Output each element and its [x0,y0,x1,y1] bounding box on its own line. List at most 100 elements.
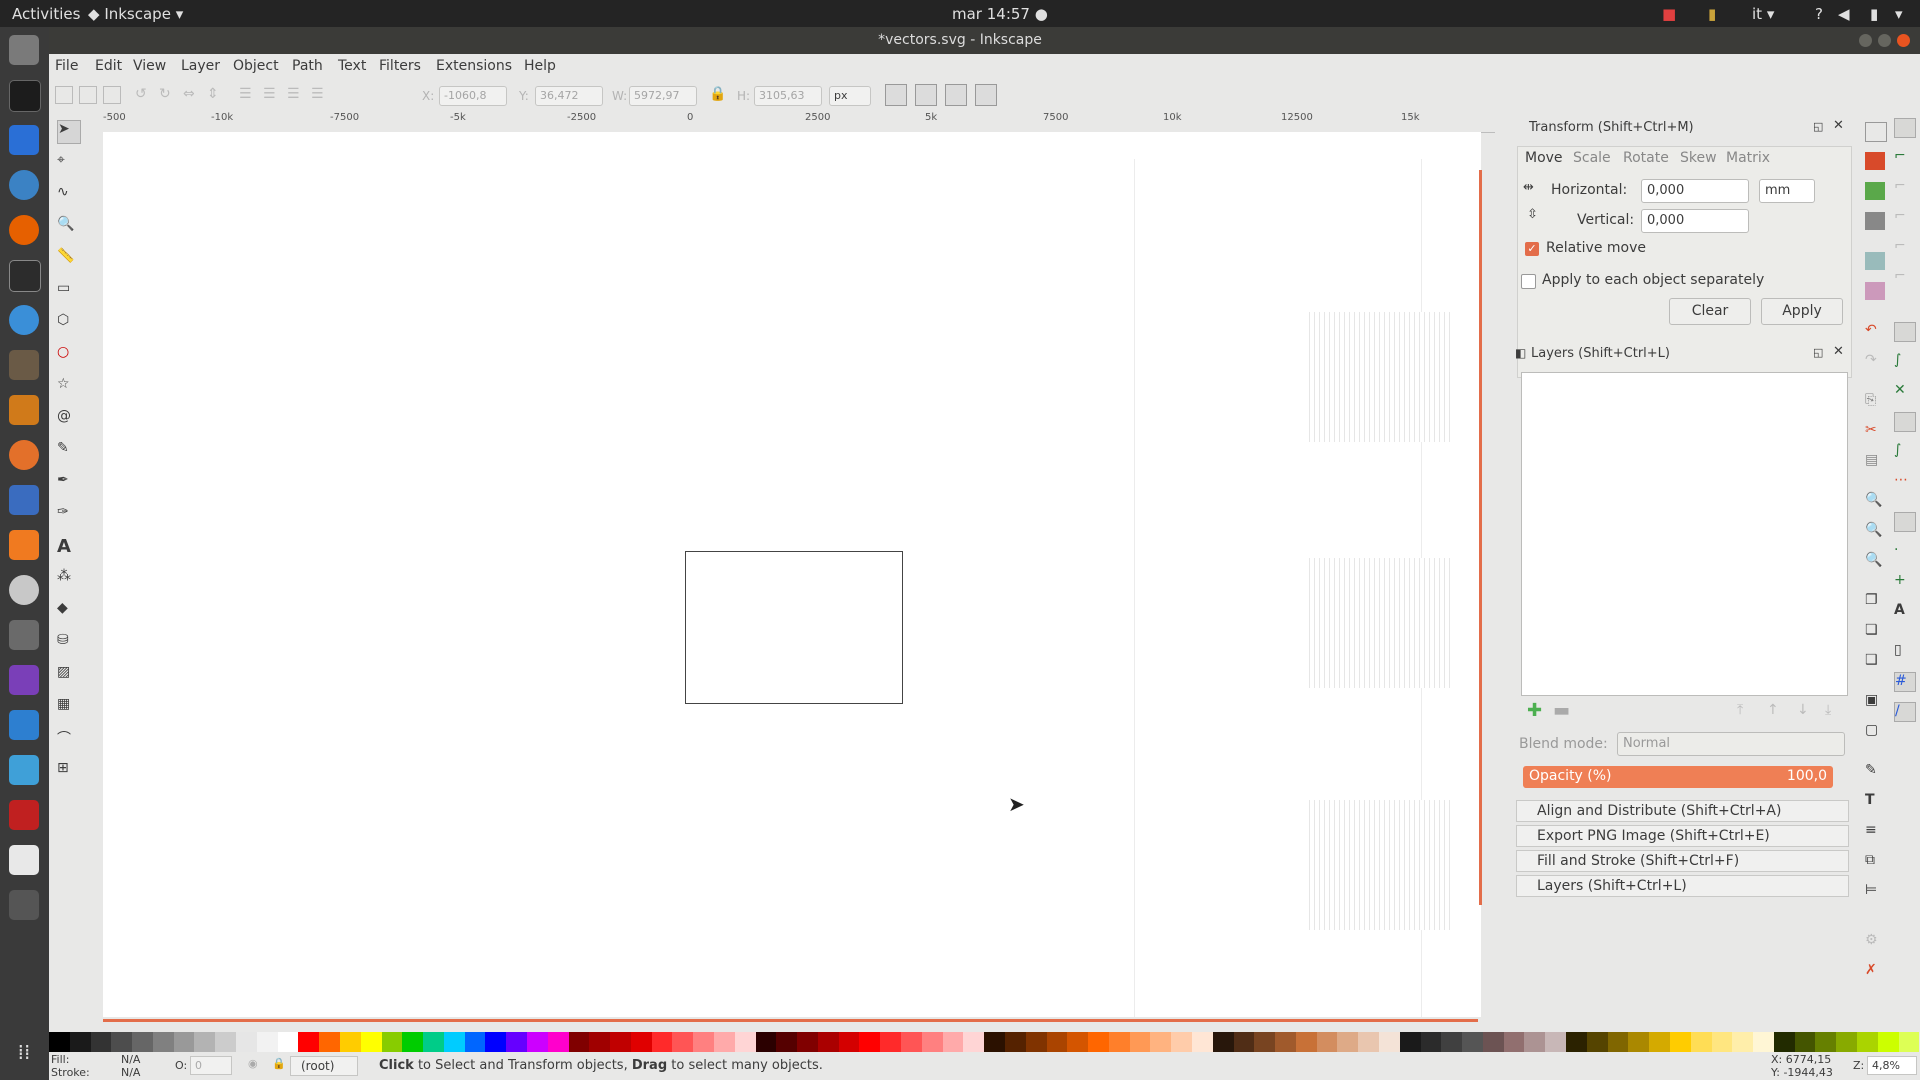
vertical-input[interactable]: 0,000 [1641,209,1749,233]
palette-swatch[interactable] [797,1032,818,1052]
language-indicator[interactable]: it ▾ [1752,5,1774,23]
tweak-tool-icon[interactable]: ∿ [57,184,79,206]
menu-layer[interactable]: Layer [181,58,220,74]
maximize-button[interactable] [1878,34,1891,47]
paint-bucket-tool-icon[interactable]: ⛁ [57,632,79,654]
align-distribute-panel[interactable]: Align and Distribute (Shift+Ctrl+A) [1516,800,1849,822]
measure-tool-icon[interactable]: 📏 [57,248,79,270]
palette-swatch[interactable] [1836,1032,1857,1052]
palette-swatch[interactable] [90,1032,112,1052]
snap-grid-icon[interactable]: # [1894,672,1916,692]
writer-icon[interactable] [9,125,39,155]
lock-icon[interactable]: 🔒 [272,1057,286,1070]
palette-swatch[interactable] [1815,1032,1837,1052]
palette-swatch[interactable] [1129,1032,1151,1052]
snap-rotation-icon[interactable]: + [1894,572,1914,590]
snap-guide-icon[interactable]: / [1894,702,1916,722]
palette-swatch[interactable] [921,1032,943,1052]
snap-bbox-corner-icon[interactable]: ⌐ [1894,208,1914,226]
palette-swatch[interactable] [630,1032,652,1052]
snap-others-icon[interactable] [1894,512,1916,532]
palette-swatch[interactable] [49,1032,70,1052]
snap-bbox-center-icon[interactable]: ⌐ [1894,268,1914,286]
layer-select[interactable]: (root) [290,1056,358,1076]
palette-swatch[interactable] [526,1032,548,1052]
panel-close-icon[interactable]: ✕ [1833,118,1844,133]
document-properties-icon[interactable]: ✗ [1865,962,1885,980]
record-icon[interactable]: ■ [1662,5,1676,23]
palette-swatch[interactable] [1607,1032,1629,1052]
menu-edit[interactable]: Edit [95,58,122,74]
palette-swatch[interactable] [859,1032,881,1052]
help-icon[interactable]: ? [1815,5,1823,23]
tab-rotate[interactable]: Rotate [1623,150,1669,166]
layers-list[interactable] [1521,372,1848,696]
rotate-ccw-icon[interactable]: ↺ [135,86,151,102]
snap-toggle-icon[interactable] [1894,118,1916,138]
palette-swatch[interactable] [1108,1032,1130,1052]
h-input[interactable]: 3105,63 [754,86,822,106]
blender-icon[interactable] [9,440,39,470]
snap-center-icon[interactable]: · [1894,542,1914,560]
palette-swatch[interactable] [381,1032,403,1052]
hatched-object[interactable] [1309,800,1450,930]
activities-button[interactable]: Activities [12,5,80,23]
palette-swatch[interactable] [714,1032,735,1052]
palette-swatch[interactable] [1420,1032,1442,1052]
palette-swatch[interactable] [1004,1032,1026,1052]
palette-swatch[interactable] [215,1032,237,1052]
palette-swatch[interactable] [1295,1032,1317,1052]
gradient-tool-icon[interactable]: ▨ [57,664,79,686]
redo-icon[interactable]: ↷ [1865,352,1885,370]
menu-path[interactable]: Path [292,58,323,74]
fill-stroke-icon[interactable]: ✎ [1865,762,1885,780]
tab-skew[interactable]: Skew [1680,150,1717,166]
palette-swatch[interactable] [776,1032,798,1052]
palette-swatch[interactable] [1067,1032,1089,1052]
pen-tool-icon[interactable]: ✒ [57,472,79,494]
blend-mode-select[interactable]: Normal [1617,732,1845,756]
stroke-value[interactable]: N/A [121,1066,140,1079]
text-font-icon[interactable]: T [1865,792,1885,810]
open-icon[interactable] [1865,152,1885,170]
eraser-tool-icon[interactable]: ◆ [57,600,79,622]
palette-swatch[interactable] [485,1032,507,1052]
palette-swatch[interactable] [1794,1032,1816,1052]
palette-swatch[interactable] [1690,1032,1712,1052]
clear-button[interactable]: Clear [1669,298,1751,325]
palette-swatch[interactable] [589,1032,611,1052]
cut-icon[interactable]: ✂ [1865,422,1885,440]
menu-filters[interactable]: Filters [379,58,421,74]
zoom-selection-icon[interactable]: 🔍 [1865,492,1885,510]
palette-swatch[interactable] [423,1032,444,1052]
palette-swatch[interactable] [111,1032,133,1052]
palette-swatch[interactable] [1191,1032,1213,1052]
opacity-slider[interactable]: Opacity (%) 100,0 [1523,766,1833,788]
palette-swatch[interactable] [1088,1032,1109,1052]
unit-select[interactable]: px [829,86,871,106]
palette-swatch[interactable] [1503,1032,1525,1052]
hatched-object[interactable] [1309,558,1450,688]
palette-swatch[interactable] [339,1032,361,1052]
browser-icon[interactable] [9,305,39,335]
clipboard-icon[interactable]: ▮ [1708,5,1716,23]
horizontal-input[interactable]: 0,000 [1641,179,1749,203]
new-document-icon[interactable] [1865,122,1887,142]
select-all-layers-icon[interactable] [79,86,97,104]
clone-icon[interactable]: ❏ [1865,622,1885,640]
dropper-tool-icon[interactable]: ⌒ [57,728,79,750]
palette-swatch[interactable] [1316,1032,1338,1052]
tab-matrix[interactable]: Matrix [1726,150,1770,166]
palette-swatch[interactable] [942,1032,964,1052]
snap-paths-icon[interactable]: ∫ [1894,352,1914,370]
transform-patterns-icon[interactable] [975,84,997,106]
palette-swatch[interactable] [734,1032,756,1052]
files-icon[interactable] [9,35,39,65]
flip-vertical-icon[interactable]: ⇕ [207,86,223,102]
terminal-icon[interactable] [9,260,41,292]
y-input[interactable]: 36,472 [535,86,603,106]
menu-text[interactable]: Text [338,58,366,74]
layers-dialog-icon[interactable]: ≡ [1865,822,1885,840]
lower-layer-icon[interactable]: ↓ [1797,702,1809,718]
selector-tool-icon[interactable]: ➤ [57,120,81,144]
